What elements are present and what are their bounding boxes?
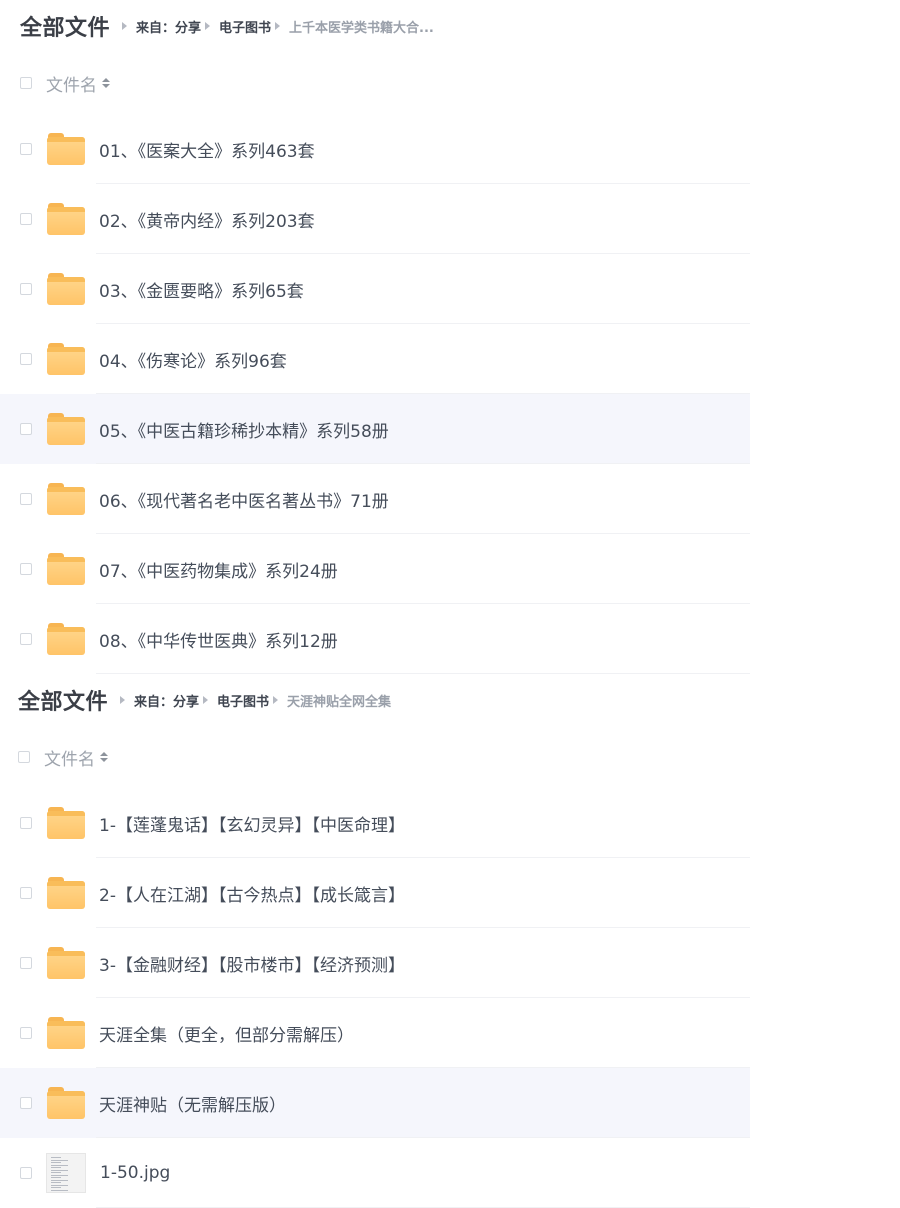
breadcrumb-item-current: 上千本医学类书籍大合... [289, 20, 434, 36]
sort-icon[interactable] [102, 78, 110, 88]
file-name[interactable]: 天涯全集（更全，但部分需解压） [99, 1021, 354, 1046]
file-name[interactable]: 08、《中华传世医典》系列12册 [99, 627, 338, 652]
file-list: 01、《医案大全》系列463套 02、《黄帝内经》系列203套 03、《金匮要略》系… [0, 114, 750, 674]
chevron-right-icon [203, 696, 209, 704]
folder-icon [47, 133, 85, 165]
file-name[interactable]: 1-【莲蓬鬼话】【玄幻灵异】【中医命理】 [99, 811, 405, 836]
breadcrumb: 全部文件 来自：分享 电子图书 天涯神贴全网全集 [0, 674, 750, 726]
file-row[interactable]: 天涯神贴（无需解压版） [0, 1068, 750, 1138]
file-row[interactable]: 1-50.jpg [0, 1138, 750, 1208]
file-list-panel-1: 全部文件 来自：分享 电子图书 上千本医学类书籍大合... 文件名 01、《医案… [0, 0, 750, 674]
row-checkbox[interactable] [20, 817, 32, 829]
file-row[interactable]: 06、《现代著名老中医名著丛书》71册 [0, 464, 750, 534]
select-all-checkbox[interactable] [18, 751, 30, 763]
folder-icon [47, 343, 85, 375]
row-checkbox[interactable] [20, 283, 32, 295]
row-checkbox[interactable] [20, 143, 32, 155]
file-name[interactable]: 05、《中医古籍珍稀抄本精》系列58册 [99, 417, 389, 442]
breadcrumb-item-source[interactable]: 来自：分享 [136, 17, 201, 36]
row-checkbox[interactable] [20, 887, 32, 899]
row-checkbox[interactable] [20, 493, 32, 505]
file-row[interactable]: 02、《黄帝内经》系列203套 [0, 184, 750, 254]
file-row[interactable]: 08、《中华传世医典》系列12册 [0, 604, 750, 674]
row-checkbox[interactable] [20, 957, 32, 969]
file-row[interactable]: 04、《伤寒论》系列96套 [0, 324, 750, 394]
chevron-right-icon [120, 696, 126, 704]
folder-icon [47, 877, 85, 909]
file-row[interactable]: 天涯全集（更全，但部分需解压） [0, 998, 750, 1068]
folder-icon [47, 807, 85, 839]
breadcrumb-root[interactable]: 全部文件 [18, 684, 108, 716]
file-name[interactable]: 06、《现代著名老中医名著丛书》71册 [99, 487, 389, 512]
breadcrumb-item-current: 天涯神贴全网全集 [287, 694, 392, 710]
file-name[interactable]: 02、《黄帝内经》系列203套 [99, 207, 315, 232]
folder-icon [47, 203, 85, 235]
file-name[interactable]: 03、《金匮要略》系列65套 [99, 277, 304, 302]
image-file-icon [46, 1153, 86, 1193]
row-checkbox[interactable] [20, 353, 32, 365]
file-row[interactable]: 03、《金匮要略》系列65套 [0, 254, 750, 324]
file-name[interactable]: 天涯神贴（无需解压版） [99, 1091, 286, 1116]
file-row[interactable]: 3-【金融财经】【股市楼市】【经济预测】 [0, 928, 750, 998]
file-name[interactable]: 07、《中医药物集成》系列24册 [99, 557, 338, 582]
row-checkbox[interactable] [20, 563, 32, 575]
sort-icon[interactable] [100, 752, 108, 762]
file-row[interactable]: 05、《中医古籍珍稀抄本精》系列58册 [0, 394, 750, 464]
folder-icon [47, 273, 85, 305]
select-all-checkbox[interactable] [20, 77, 32, 89]
row-checkbox[interactable] [20, 213, 32, 225]
chevron-right-icon [273, 696, 279, 704]
list-header: 文件名 [0, 726, 750, 788]
file-list-panel-2: 全部文件 来自：分享 电子图书 天涯神贴全网全集 文件名 1-【莲蓬鬼话】【玄幻… [0, 674, 750, 1208]
file-row[interactable]: 07、《中医药物集成》系列24册 [0, 534, 750, 604]
breadcrumb-item-source[interactable]: 来自：分享 [134, 691, 199, 710]
breadcrumb-root[interactable]: 全部文件 [20, 10, 110, 42]
folder-icon [47, 553, 85, 585]
folder-icon [47, 413, 85, 445]
row-checkbox[interactable] [20, 633, 32, 645]
chevron-right-icon [205, 22, 211, 30]
breadcrumb-item-ebooks[interactable]: 电子图书 [217, 691, 269, 710]
row-checkbox[interactable] [20, 1097, 32, 1109]
list-header: 文件名 [0, 52, 750, 114]
column-filename[interactable]: 文件名 [44, 745, 95, 770]
file-name[interactable]: 2-【人在江湖】【古今热点】【成长箴言】 [99, 881, 405, 906]
file-row[interactable]: 2-【人在江湖】【古今热点】【成长箴言】 [0, 858, 750, 928]
folder-icon [47, 1087, 85, 1119]
chevron-right-icon [122, 22, 128, 30]
row-checkbox[interactable] [20, 423, 32, 435]
column-filename[interactable]: 文件名 [46, 71, 97, 96]
row-checkbox[interactable] [20, 1167, 32, 1179]
breadcrumb-item-ebooks[interactable]: 电子图书 [219, 17, 271, 36]
folder-icon [47, 483, 85, 515]
file-list: 1-【莲蓬鬼话】【玄幻灵异】【中医命理】 2-【人在江湖】【古今热点】【成长箴言】… [0, 788, 750, 1208]
folder-icon [47, 947, 85, 979]
file-name[interactable]: 01、《医案大全》系列463套 [99, 137, 315, 162]
file-row[interactable]: 1-【莲蓬鬼话】【玄幻灵异】【中医命理】 [0, 788, 750, 858]
file-name[interactable]: 3-【金融财经】【股市楼市】【经济预测】 [99, 951, 405, 976]
file-name[interactable]: 1-50.jpg [100, 1163, 170, 1183]
breadcrumb: 全部文件 来自：分享 电子图书 上千本医学类书籍大合... [0, 0, 750, 52]
folder-icon [47, 623, 85, 655]
folder-icon [47, 1017, 85, 1049]
row-checkbox[interactable] [20, 1027, 32, 1039]
chevron-right-icon [275, 22, 281, 30]
file-name[interactable]: 04、《伤寒论》系列96套 [99, 347, 287, 372]
file-row[interactable]: 01、《医案大全》系列463套 [0, 114, 750, 184]
